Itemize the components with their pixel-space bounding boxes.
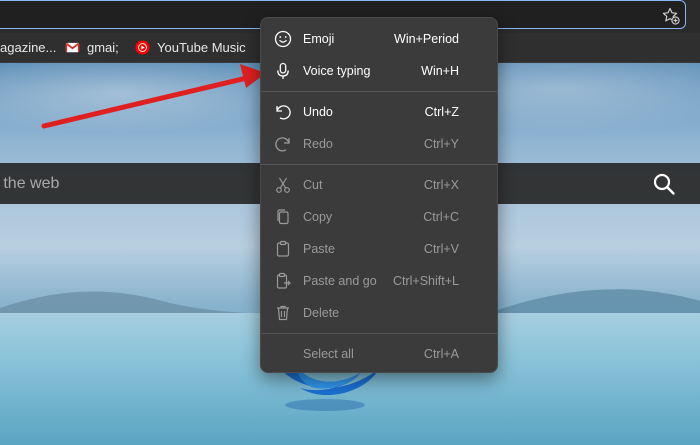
menu-item-paste-and-go[interactable]: Paste and go Ctrl+Shift+L (261, 265, 497, 297)
menu-item-shortcut: Ctrl+Shift+L (392, 274, 459, 288)
menu-item-label: Emoji (303, 32, 335, 46)
menu-item-cut[interactable]: Cut Ctrl+X (261, 169, 497, 201)
context-menu: Emoji Win+Period Voice typing Win+H Undo… (260, 17, 498, 373)
menu-item-label: Redo (303, 137, 333, 151)
menu-item-shortcut: Ctrl+V (423, 242, 459, 256)
emoji-icon (274, 30, 292, 48)
search-placeholder: h the web (0, 175, 60, 192)
gmail-icon (65, 42, 80, 53)
bookmark-youtube-music[interactable]: YouTube Music (135, 33, 246, 62)
paste-and-go-icon (276, 272, 291, 289)
menu-item-shortcut: Ctrl+Y (423, 137, 459, 151)
bookmark-gmail[interactable]: gmai; (65, 33, 119, 62)
add-favorite-icon[interactable] (661, 6, 681, 26)
paste-icon (276, 240, 290, 257)
bookmark-label: YouTube Music (157, 40, 246, 55)
menu-item-shortcut: Ctrl+A (423, 347, 459, 361)
undo-icon (276, 105, 291, 120)
menu-item-label: Cut (303, 178, 323, 192)
menu-item-select-all[interactable]: Select all Ctrl+A (261, 338, 497, 370)
menu-item-label: Delete (303, 306, 340, 320)
menu-item-shortcut: Ctrl+X (423, 178, 459, 192)
menu-item-label: Paste (303, 242, 335, 256)
menu-item-label: Undo (303, 105, 333, 119)
bookmark-label: gmai; (87, 40, 119, 55)
menu-separator (261, 164, 497, 165)
menu-item-voice-typing[interactable]: Voice typing Win+H (261, 55, 497, 87)
redo-icon (275, 137, 290, 152)
scissors-icon (276, 177, 290, 193)
bookmark-magazine[interactable]: agazine... (0, 33, 56, 62)
menu-item-label: Select all (303, 347, 354, 361)
bookmark-label: agazine... (0, 40, 57, 55)
menu-item-emoji[interactable]: Emoji Win+Period (261, 23, 497, 55)
menu-item-redo[interactable]: Redo Ctrl+Y (261, 128, 497, 160)
menu-item-copy[interactable]: Copy Ctrl+C (261, 201, 497, 233)
menu-item-label: Copy (303, 210, 333, 224)
menu-item-shortcut: Win+Period (394, 32, 459, 46)
menu-item-shortcut: Ctrl+C (423, 210, 459, 224)
menu-item-label: Paste and go (303, 274, 377, 288)
menu-item-shortcut: Win+H (421, 64, 459, 78)
menu-item-undo[interactable]: Undo Ctrl+Z (261, 96, 497, 128)
microphone-icon (277, 62, 289, 79)
copy-icon (277, 209, 289, 225)
menu-separator (261, 91, 497, 92)
search-icon[interactable] (652, 172, 676, 196)
trash-icon (277, 305, 289, 321)
menu-item-delete[interactable]: Delete (261, 297, 497, 329)
menu-item-shortcut: Ctrl+Z (424, 105, 459, 119)
menu-separator (261, 333, 497, 334)
menu-item-paste[interactable]: Paste Ctrl+V (261, 233, 497, 265)
menu-item-label: Voice typing (303, 64, 371, 78)
youtube-music-icon (135, 40, 150, 55)
